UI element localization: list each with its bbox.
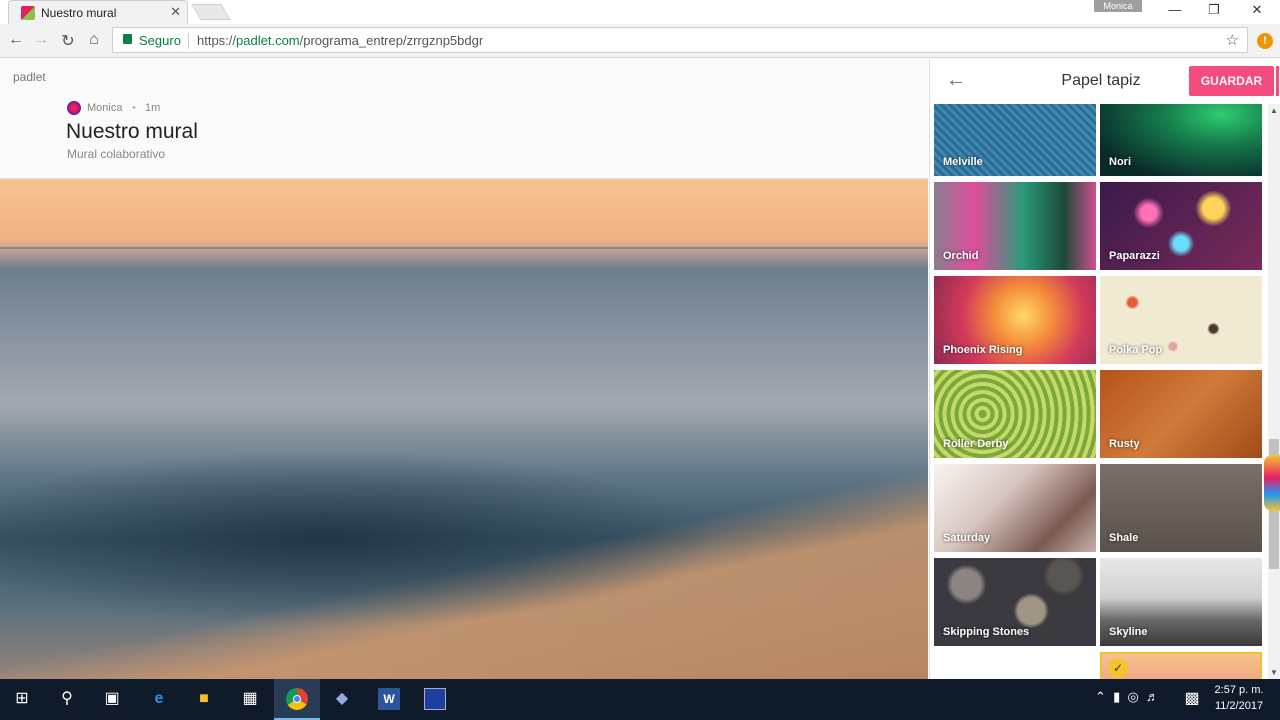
new-tab-button[interactable]: [191, 4, 231, 20]
clock-date: 11/2/2017: [1214, 700, 1264, 712]
profile-chip[interactable]: Monica: [1094, 0, 1142, 12]
notification-icon[interactable]: ▩: [1180, 687, 1204, 711]
wallpaper-label: Roller Derby: [943, 438, 1009, 450]
tab-title: Nuestro mural: [41, 6, 117, 20]
wallpaper-tile[interactable]: Rusty: [1100, 370, 1262, 458]
system-tray[interactable]: ⌃ ▮ ◎ ♬: [1095, 689, 1159, 705]
scroll-up-icon[interactable]: ▲: [1270, 106, 1278, 115]
url-host: padlet.com: [236, 33, 300, 48]
wallpaper-label: Orchid: [943, 250, 979, 262]
wallpaper-label: Skipping Stones: [943, 626, 1030, 638]
forward-icon[interactable]: →: [31, 31, 51, 49]
padlet-logo[interactable]: padlet: [13, 70, 46, 84]
wallpaper-tile[interactable]: Polka Pop: [1100, 276, 1262, 364]
reload-icon[interactable]: ↻: [58, 31, 78, 51]
wallpaper-tile[interactable]: Shale: [1100, 464, 1262, 552]
padlet-favicon-icon: [21, 6, 35, 20]
scroll-down-icon[interactable]: ▼: [1270, 668, 1278, 677]
save-button[interactable]: GUARDAR: [1189, 66, 1274, 96]
panel-title: Papel tapiz: [1061, 72, 1141, 89]
windows-icon[interactable]: ⊞: [10, 687, 34, 711]
back-icon[interactable]: ←: [6, 31, 26, 49]
page-subtitle[interactable]: Mural colaborativo: [67, 147, 165, 161]
wallpaper-tile[interactable]: Skyline: [1100, 558, 1262, 646]
meta-separator: •: [132, 102, 136, 114]
restore-icon[interactable]: ❐: [1204, 2, 1224, 18]
padlet-header: padlet Monica • 1m Nuestro mural Mural c…: [0, 59, 928, 179]
browser-tab[interactable]: Nuestro mural ✕: [8, 0, 188, 24]
checkmark-icon: ✓: [1108, 658, 1128, 678]
lock-icon: [123, 34, 132, 44]
search-icon[interactable]: ⚲: [55, 687, 79, 711]
wallpaper-tile[interactable]: Skipping Stones: [934, 558, 1096, 646]
omnibox-divider: [188, 33, 189, 49]
wallpaper-background: [0, 179, 928, 679]
wallpaper-label: Melville: [943, 156, 983, 168]
secure-label: Seguro: [139, 33, 181, 48]
window-close-icon[interactable]: ✕: [1247, 2, 1267, 18]
url-path: /programa_entrep/zrrgznp5bdgr: [299, 33, 484, 48]
tab-close-icon[interactable]: ✕: [170, 4, 181, 20]
panel-back-icon[interactable]: ←: [946, 69, 966, 92]
wallpaper-label: Saturday: [943, 532, 991, 544]
wallpaper-label: Skyline: [1109, 626, 1148, 638]
url-scheme: https://: [197, 33, 237, 48]
floating-widget-icon[interactable]: [1264, 455, 1280, 511]
taskbar-clock[interactable]: 2:57 p. m. 11/2/2017: [1210, 682, 1268, 714]
star-icon[interactable]: ☆: [1226, 31, 1239, 49]
task-view-icon[interactable]: ▣: [100, 687, 124, 711]
wallpaper-label: Paparazzi: [1109, 250, 1160, 262]
wallpaper-tile[interactable]: Paparazzi: [1100, 182, 1262, 270]
wallpaper-tile-selected[interactable]: ✓: [1100, 652, 1262, 679]
wallpaper-tile[interactable]: Melville: [934, 104, 1096, 176]
wallpaper-tile[interactable]: Phoenix Rising: [934, 276, 1096, 364]
horizon-line: [0, 247, 928, 249]
minimize-icon[interactable]: —: [1165, 2, 1185, 17]
wallpaper-tile[interactable]: Nori: [1100, 104, 1262, 176]
wallpaper-label: Shale: [1109, 532, 1139, 544]
edge-icon[interactable]: e: [147, 687, 171, 711]
url-text[interactable]: https://padlet.com/programa_entrep/zrrgz…: [197, 33, 483, 48]
timestamp: 1m: [145, 102, 161, 114]
extension-alert-icon[interactable]: !: [1257, 33, 1273, 49]
windows-taskbar: ⊞ ⚲ ▣ e ■ ▦ ◆ W ⌃ ▮ ◎ ♬ 2:57 p. m. 11/2/…: [0, 679, 1280, 720]
chrome-icon-center: [293, 695, 301, 703]
wallpaper-tile[interactable]: Saturday: [934, 464, 1096, 552]
author-name: Monica: [87, 102, 123, 114]
browser-toolbar: ← → ↻ ⌂ Seguro https://padlet.com/progra…: [0, 24, 1280, 58]
wallpaper-label: Polka Pop: [1109, 344, 1163, 356]
address-bar[interactable]: Seguro https://padlet.com/programa_entre…: [112, 27, 1248, 53]
wallpaper-panel: ← Papel tapiz GUARDAR Melville Nori Orch…: [929, 59, 1280, 679]
wallpaper-label: Phoenix Rising: [943, 344, 1023, 356]
wallpaper-label: Rusty: [1109, 438, 1140, 450]
word-icon[interactable]: W: [378, 688, 400, 710]
wallpaper-grid: Melville Nori Orchid Paparazzi Phoenix R…: [934, 104, 1264, 679]
home-icon[interactable]: ⌂: [84, 31, 104, 49]
panel-scrollbar[interactable]: ▲ ▼: [1268, 104, 1280, 679]
clock-time: 2:57 p. m.: [1214, 684, 1264, 696]
store-icon[interactable]: ▦: [238, 687, 262, 711]
wallpaper-tile[interactable]: Roller Derby: [934, 370, 1096, 458]
app-icon[interactable]: ◆: [330, 687, 354, 711]
wallpaper-tile[interactable]: Orchid: [934, 182, 1096, 270]
file-explorer-icon[interactable]: ■: [192, 687, 216, 711]
tab-strip: Nuestro mural ✕ Monica — ❐ ✕: [0, 0, 1280, 24]
padlet-page: padlet Monica • 1m Nuestro mural Mural c…: [0, 59, 1280, 679]
wallpaper-label: Nori: [1109, 156, 1131, 168]
avatar: [67, 101, 81, 115]
remote-app-icon[interactable]: [424, 688, 446, 710]
save-button-edge: [1276, 66, 1279, 96]
page-title[interactable]: Nuestro mural: [66, 120, 198, 144]
